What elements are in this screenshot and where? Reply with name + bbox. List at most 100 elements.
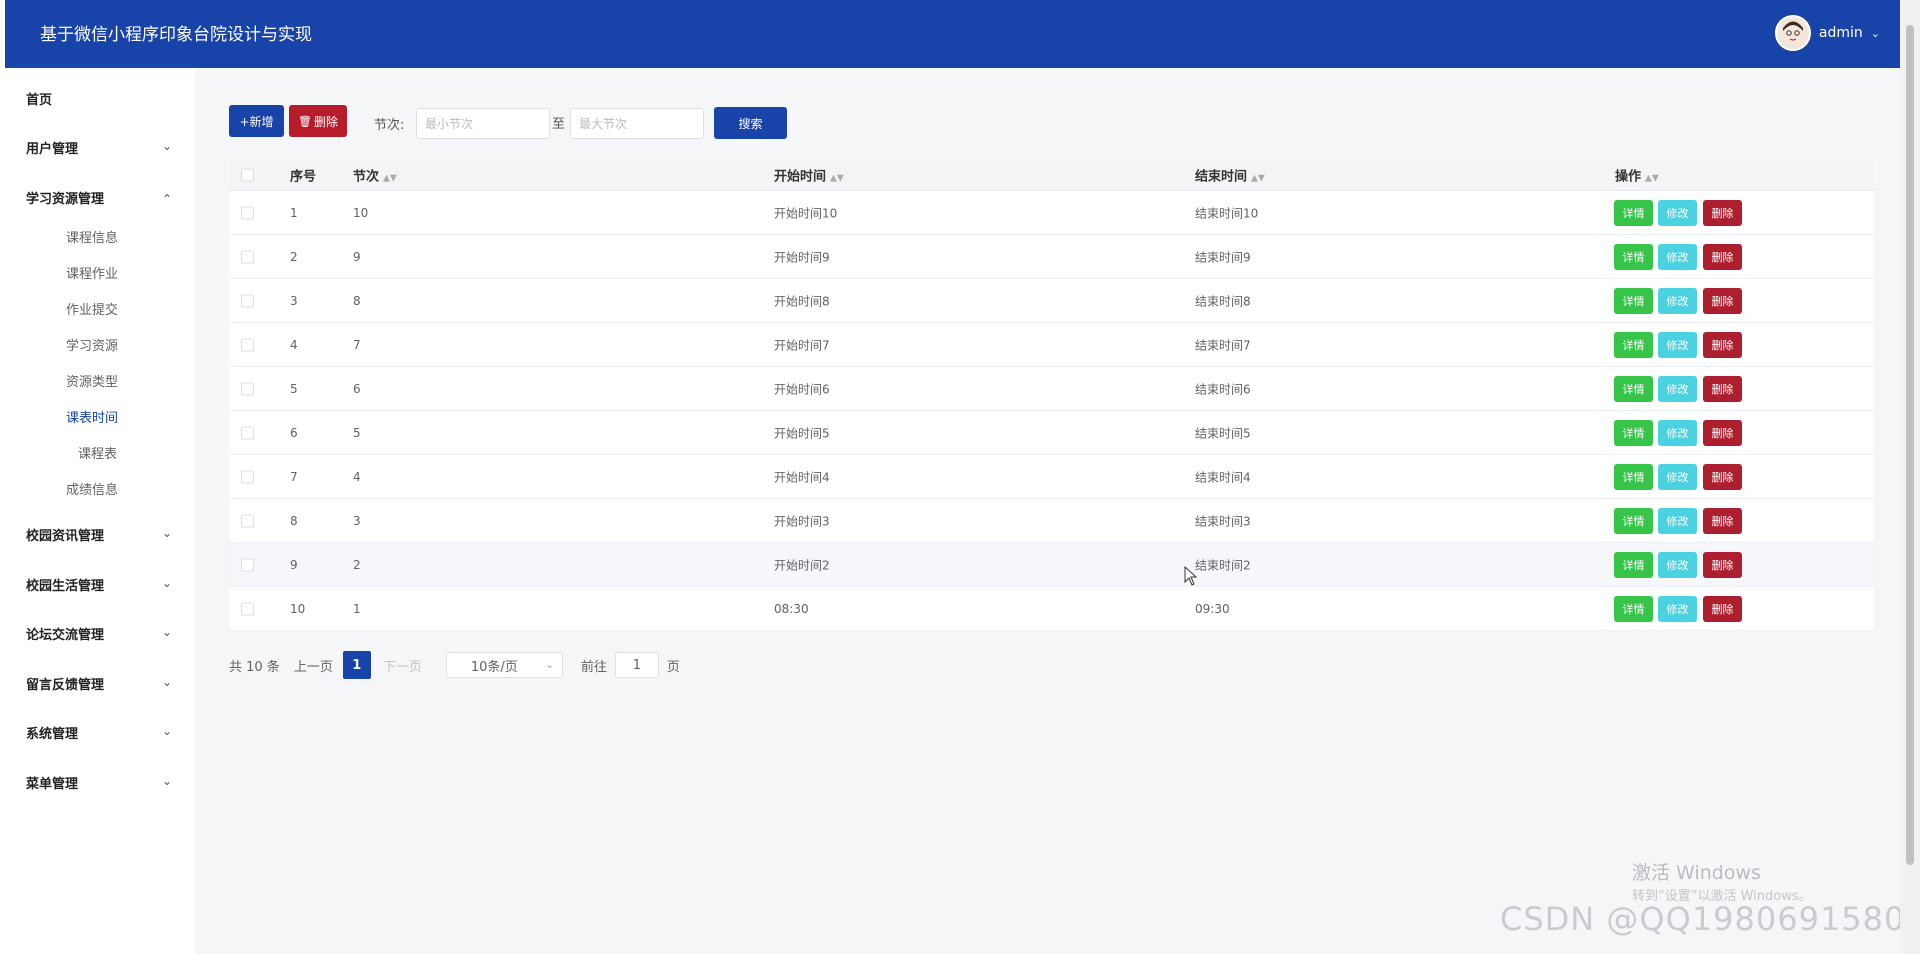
delete-button[interactable]: 删除 xyxy=(1703,551,1742,578)
sidebar-item-campus-news[interactable]: 校园资讯管理 xyxy=(26,525,104,544)
detail-button[interactable]: 详情 xyxy=(1614,199,1653,226)
delete-button[interactable]: 删除 xyxy=(1703,595,1742,622)
edit-button[interactable]: 修改 xyxy=(1658,507,1697,534)
sidebar-item-system[interactable]: 系统管理 xyxy=(26,723,78,742)
delete-button[interactable]: 删除 xyxy=(1703,331,1742,358)
delete-button[interactable]: 删除 xyxy=(1703,463,1742,490)
detail-button[interactable]: 详情 xyxy=(1614,551,1653,578)
sidebar-item-resource-type[interactable]: 资源类型 xyxy=(66,371,166,390)
scrollbar-thumb[interactable] xyxy=(1906,25,1914,865)
sort-icon[interactable]: ▲▼ xyxy=(383,173,397,183)
sort-icon[interactable]: ▲▼ xyxy=(1251,173,1265,183)
row-checkbox[interactable] xyxy=(241,514,254,527)
edit-button[interactable]: 修改 xyxy=(1658,243,1697,270)
row-checkbox[interactable] xyxy=(241,470,254,483)
edit-button[interactable]: 修改 xyxy=(1658,419,1697,446)
cell-index: 3 xyxy=(290,293,298,308)
sidebar-item-campus-life[interactable]: 校园生活管理 xyxy=(26,575,104,594)
row-checkbox[interactable] xyxy=(241,206,254,219)
row-checkbox[interactable] xyxy=(241,382,254,395)
cell-section: 8 xyxy=(353,293,361,308)
prev-page-button[interactable]: 上一页 xyxy=(294,656,333,675)
detail-button[interactable]: 详情 xyxy=(1614,243,1653,270)
edit-button[interactable]: 修改 xyxy=(1658,551,1697,578)
cell-index: 9 xyxy=(290,557,298,572)
sidebar-item-learning-resource[interactable]: 学习资源 xyxy=(66,335,166,354)
pagination-total: 共 10 条 xyxy=(229,659,280,675)
row-checkbox[interactable] xyxy=(241,338,254,351)
detail-button[interactable]: 详情 xyxy=(1614,419,1653,446)
detail-button[interactable]: 详情 xyxy=(1614,287,1653,314)
sidebar-item-grades[interactable]: 成绩信息 xyxy=(66,479,166,498)
chevron-up-icon[interactable]: ⌃ xyxy=(162,192,172,206)
min-section-input[interactable] xyxy=(416,108,550,139)
sidebar-item-user-management[interactable]: 用户管理 xyxy=(26,138,78,157)
delete-button[interactable]: 删除 xyxy=(1703,419,1742,446)
delete-button[interactable]: 删除 xyxy=(1703,199,1742,226)
chevron-down-icon[interactable]: ⌄ xyxy=(162,139,172,153)
edit-button[interactable]: 修改 xyxy=(1658,375,1697,402)
chevron-down-icon[interactable]: ⌄ xyxy=(162,526,172,540)
sidebar-item-schedule-time[interactable]: 课表时间 xyxy=(66,407,166,426)
next-page-button[interactable]: 下一页 xyxy=(383,656,422,675)
data-table: 序号 节次 ▲▼ 开始时间 ▲▼ 结束时间 ▲▼ 操作 ▲▼ 1 10 开始时间10 结束时间… xyxy=(229,159,1874,631)
chevron-down-icon[interactable]: ⌄ xyxy=(162,576,172,590)
edit-button[interactable]: 修改 xyxy=(1658,463,1697,490)
sidebar-item-feedback[interactable]: 留言反馈管理 xyxy=(26,674,104,693)
username[interactable]: admin xyxy=(1819,25,1863,41)
sidebar-item-homework-submit[interactable]: 作业提交 xyxy=(66,299,166,318)
table-row: 1 10 开始时间10 结束时间10 详情 修改 删除 xyxy=(229,191,1874,235)
page-size-value: 10条/页 xyxy=(470,659,518,675)
row-checkbox[interactable] xyxy=(241,558,254,571)
sort-icon[interactable]: ▲▼ xyxy=(1645,173,1659,183)
max-section-input[interactable] xyxy=(570,108,704,139)
add-button[interactable]: +新增 xyxy=(229,105,284,137)
edit-button[interactable]: 修改 xyxy=(1658,595,1697,622)
select-all-checkbox[interactable] xyxy=(241,168,254,181)
col-header-start[interactable]: 开始时间 ▲▼ xyxy=(774,165,844,184)
delete-button[interactable]: 删除 xyxy=(1703,243,1742,270)
avatar[interactable] xyxy=(1774,15,1811,51)
sort-icon[interactable]: ▲▼ xyxy=(830,173,844,183)
chevron-down-icon[interactable]: ⌄ xyxy=(162,675,172,689)
cell-start-time: 08:30 xyxy=(774,601,809,616)
sidebar-item-menu[interactable]: 菜单管理 xyxy=(26,773,78,792)
chevron-down-icon[interactable]: ⌄ xyxy=(162,724,172,738)
windows-activation-title: 激活 Windows xyxy=(1632,862,1761,884)
detail-button[interactable]: 详情 xyxy=(1614,463,1653,490)
search-button[interactable]: 搜索 xyxy=(714,107,787,139)
delete-button[interactable]: 删除 xyxy=(1703,375,1742,402)
edit-button[interactable]: 修改 xyxy=(1658,331,1697,358)
row-checkbox[interactable] xyxy=(241,250,254,263)
edit-button[interactable]: 修改 xyxy=(1658,287,1697,314)
sidebar-item-timetable[interactable]: 课程表 xyxy=(78,443,178,462)
detail-button[interactable]: 详情 xyxy=(1614,595,1653,622)
col-header-ops[interactable]: 操作 ▲▼ xyxy=(1615,165,1659,184)
delete-button[interactable]: 删除 xyxy=(1703,507,1742,534)
page-size-select[interactable]: 10条/页 ⌄ xyxy=(445,652,563,678)
sidebar-item-course-info[interactable]: 课程信息 xyxy=(66,227,166,246)
detail-button[interactable]: 详情 xyxy=(1614,331,1653,358)
detail-button[interactable]: 详情 xyxy=(1614,507,1653,534)
sidebar-item-forum[interactable]: 论坛交流管理 xyxy=(26,624,104,643)
detail-button[interactable]: 详情 xyxy=(1614,375,1653,402)
page-scrollbar[interactable] xyxy=(1900,0,1920,954)
sidebar-item-course-homework[interactable]: 课程作业 xyxy=(66,263,166,282)
sidebar-item-learning-resources[interactable]: 学习资源管理 xyxy=(26,188,104,207)
chevron-down-icon[interactable]: ⌄ xyxy=(162,625,172,639)
chevron-down-icon[interactable]: ⌄ xyxy=(1871,27,1880,40)
chevron-down-icon[interactable]: ⌄ xyxy=(162,774,172,788)
goto-page-input[interactable]: 1 xyxy=(614,652,659,678)
user-menu[interactable]: admin ⌄ xyxy=(1774,15,1880,51)
batch-delete-button[interactable]: 🗑 删除 xyxy=(289,105,347,137)
page-number-button[interactable]: 1 xyxy=(342,651,371,679)
row-checkbox[interactable] xyxy=(241,294,254,307)
sidebar-item-home[interactable]: 首页 xyxy=(26,89,52,108)
delete-button[interactable]: 删除 xyxy=(1703,287,1742,314)
col-header-section[interactable]: 节次 ▲▼ xyxy=(353,165,397,184)
row-checkbox[interactable] xyxy=(241,602,254,615)
col-header-end[interactable]: 结束时间 ▲▼ xyxy=(1195,165,1265,184)
edit-button[interactable]: 修改 xyxy=(1658,199,1697,226)
row-checkbox[interactable] xyxy=(241,426,254,439)
col-header-start-label: 开始时间 xyxy=(774,169,827,184)
